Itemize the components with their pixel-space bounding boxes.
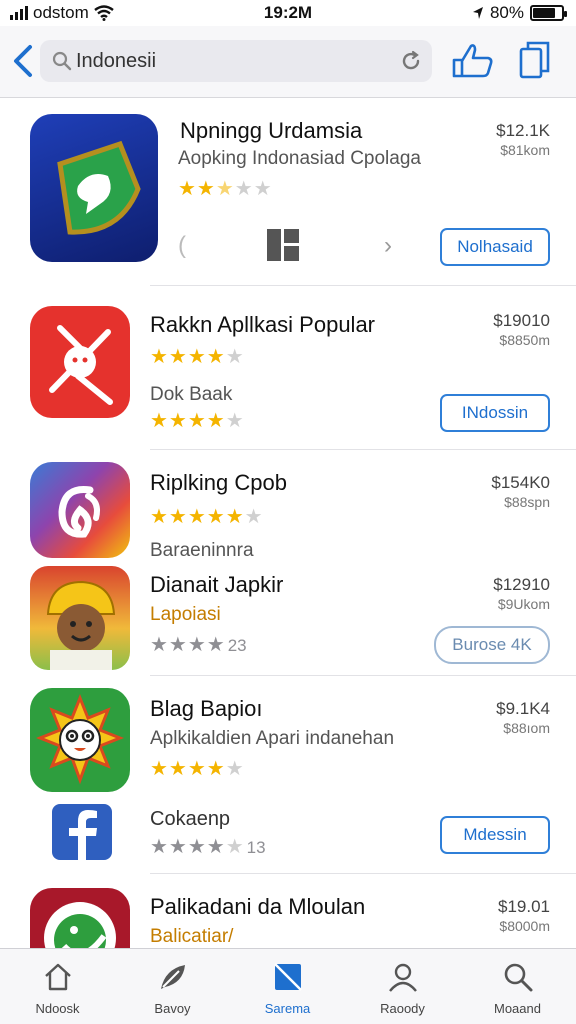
price-block: $12.1K $81kom	[496, 120, 550, 158]
rating-stars: ★★★★★	[150, 346, 245, 368]
home-icon	[45, 963, 71, 991]
price-label: $12910	[493, 575, 550, 594]
list-item[interactable]: Riplking Cpob ★★★★★★ Baraeninnra $154K0 $…	[0, 450, 576, 562]
list-item[interactable]: Npningg Urdamsia Aopking Indonasiad Cpol…	[0, 98, 576, 286]
price-sub: $88ıom	[503, 720, 550, 736]
app-subtitle: Baraeninnra	[150, 540, 254, 561]
search-header	[0, 26, 576, 98]
rating-stars: ★★★★ 23	[150, 634, 247, 656]
location-icon	[472, 7, 483, 19]
rating-count: 23	[227, 636, 247, 655]
rating-stars-secondary: ★★★★★	[150, 410, 245, 432]
app-subtitle: Lapoiasi	[150, 604, 221, 625]
price-block: $154K0 $88spn	[491, 472, 550, 510]
app-subtitle: Dok Baak	[150, 384, 233, 405]
tab-home[interactable]: Ndoosk	[0, 949, 115, 1024]
tab-label: Ndoosk	[35, 1001, 80, 1016]
price-block: $19010 $8850m	[493, 310, 550, 348]
tab-apps[interactable]: Sarema	[230, 949, 345, 1024]
price-sub: $9Ukom	[497, 596, 550, 612]
price-label: $19010	[493, 311, 550, 330]
list-item[interactable]: Rakkn Apllkasi Popular ★★★★★ Dok Baak ★★…	[0, 286, 576, 450]
red-figure-app-icon[interactable]	[30, 306, 130, 418]
gallery-icon[interactable]	[266, 228, 300, 262]
tab-label: Raoody	[380, 1001, 425, 1016]
rating-stars: ★★★★★★	[150, 506, 264, 528]
screenshot-next-arrow[interactable]: ›	[384, 232, 392, 260]
app-name[interactable]: Npningg Urdamsia	[180, 118, 362, 144]
price-block: $19.01 $8000m	[498, 896, 550, 934]
list-item[interactable]: Palikadani da Mloulan Balicatiar/ $19.01…	[0, 874, 576, 948]
status-bar: odstom 19:2M 80%	[0, 0, 576, 26]
tab-bar: Ndoosk Bavoy Sarema Raoody Moaand	[0, 948, 576, 1024]
tab-label: Moaand	[494, 1001, 541, 1016]
feather-icon	[161, 965, 185, 989]
tab-person[interactable]: Raoody	[345, 949, 460, 1024]
search-icon	[52, 51, 72, 71]
app-subtitle: Balicatiar/	[150, 926, 234, 947]
list-item[interactable]: Cokaenp ★★★★★ 13 Mdessin	[0, 788, 576, 874]
tab-feather[interactable]: Bavoy	[115, 949, 230, 1024]
price-sub: $88spn	[504, 494, 550, 510]
app-name[interactable]: Palikadani da Mloulan	[150, 894, 365, 920]
cartoon-character-app-icon[interactable]	[30, 566, 130, 670]
app-name[interactable]: Rakkn Apllkasi Popular	[150, 312, 375, 338]
green-bird-app-icon[interactable]	[30, 888, 130, 948]
price-block: $9.1K4 $88ıom	[496, 698, 550, 736]
sun-face-app-icon[interactable]	[30, 688, 130, 792]
app-subtitle: Aplkikaldien Apari indanehan	[150, 728, 395, 749]
list-item[interactable]: Blag Bapioı Aplkikaldien Apari indanehan…	[0, 676, 576, 792]
tab-search[interactable]: Moaand	[460, 949, 575, 1024]
person-icon	[389, 963, 417, 992]
gradient-swirl-app-icon[interactable]	[30, 462, 130, 558]
price-label: $19.01	[498, 897, 550, 916]
reload-icon[interactable]	[400, 50, 422, 72]
app-subtitle: Aopking Indonasiad Cpolaga	[178, 148, 421, 169]
purchase-button[interactable]: Burose 4K	[434, 626, 550, 664]
search-input[interactable]	[76, 40, 386, 82]
rating-stars: ★★★★★	[178, 178, 273, 200]
apps-icon	[274, 963, 302, 991]
battery-fill	[533, 8, 556, 18]
rating-stars: ★★★★★ 13	[150, 836, 266, 858]
price-sub: $8850m	[499, 332, 550, 348]
app-name[interactable]: Blag Bapioı	[150, 696, 263, 722]
search-icon	[504, 963, 533, 992]
get-button[interactable]: Nolhasaid	[440, 228, 550, 266]
get-button[interactable]: Mdessin	[440, 816, 550, 854]
app-name[interactable]: Dianait Japkir	[150, 572, 283, 598]
battery-icon	[530, 5, 567, 21]
app-name[interactable]: Riplking Cpob	[150, 470, 287, 496]
tab-label: Bavoy	[154, 1001, 191, 1016]
app-name[interactable]: Cokaenp	[150, 808, 230, 831]
price-sub: $81kom	[500, 142, 550, 158]
price-label: $9.1K4	[496, 699, 550, 718]
back-chevron-icon[interactable]	[10, 44, 36, 78]
price-label: $12.1K	[496, 121, 550, 140]
rating-count: 13	[246, 838, 266, 857]
price-sub: $8000m	[499, 918, 550, 934]
price-block: $12910 $9Ukom	[493, 574, 550, 612]
copy-icon[interactable]	[518, 40, 552, 80]
list-item[interactable]: Dianait Japkir Lapoiasi ★★★★ 23 $12910 $9U…	[0, 562, 576, 676]
screenshot-prev-arrow[interactable]: (	[178, 232, 186, 260]
battery-percent: 80%	[489, 3, 524, 22]
search-bar[interactable]	[40, 40, 432, 82]
rating-stars: ★★★★★	[150, 758, 245, 780]
facebook-app-icon[interactable]	[52, 804, 112, 860]
tab-label: Sarema	[264, 1001, 311, 1016]
green-speech-bubble-app-icon[interactable]	[30, 114, 158, 262]
thumbs-up-share-icon[interactable]	[450, 40, 496, 80]
get-button[interactable]: INdossin	[440, 394, 550, 432]
price-label: $154K0	[491, 473, 550, 492]
